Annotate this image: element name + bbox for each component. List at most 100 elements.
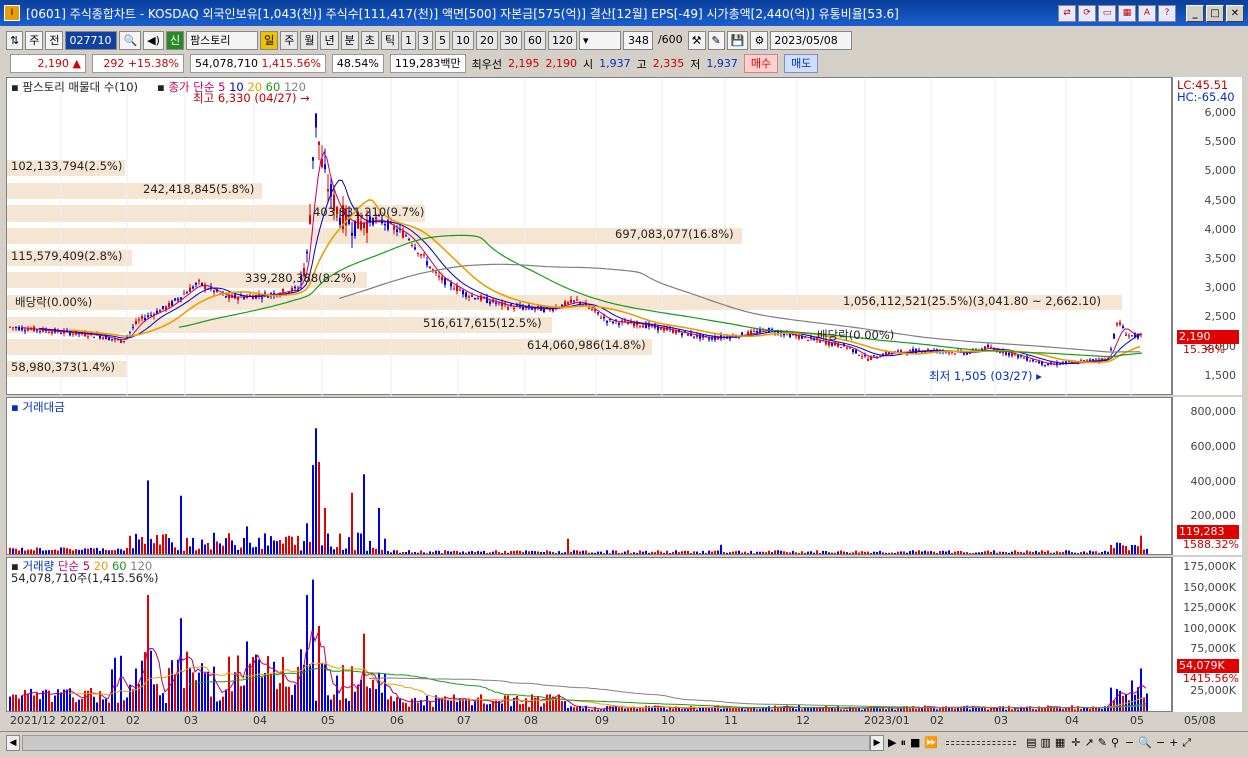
amount-bar <box>996 552 998 554</box>
settings-icon[interactable]: ⚙ <box>750 30 769 50</box>
volume-bar <box>465 699 467 711</box>
zoom-out-icon[interactable]: − <box>1125 736 1134 749</box>
refresh-icon[interactable]: ⟳ <box>1078 4 1096 22</box>
candle <box>396 229 398 232</box>
period-second[interactable]: 초 <box>360 30 379 50</box>
zoom-icon[interactable]: 🔍 <box>1138 736 1152 749</box>
interval-20[interactable]: 20 <box>475 30 498 50</box>
tool-icon-2[interactable]: ✎ <box>707 30 725 50</box>
amount-bar <box>111 550 113 554</box>
candle <box>1032 359 1034 362</box>
price-chart[interactable]: ▪ 팜스토리 매물대 수(10) ▪ 종가 단순 5 10 20 60 120 … <box>6 77 1172 396</box>
pin-icon[interactable]: ⚲ <box>1111 736 1119 749</box>
play-icon[interactable]: ▶ <box>888 736 896 749</box>
minus-icon[interactable]: − <box>1156 736 1165 749</box>
volume-bar <box>951 708 953 711</box>
amount-chart-svg <box>9 428 1148 554</box>
plus-icon[interactable]: + <box>1169 736 1178 749</box>
save-icon[interactable]: 💾 <box>726 30 749 50</box>
candle <box>480 295 482 301</box>
y-tick-label: 1,500 <box>1204 368 1237 382</box>
amount-bar <box>699 553 701 554</box>
help-icon[interactable]: ? <box>1158 4 1176 22</box>
volume-bar <box>939 708 941 711</box>
period-month[interactable]: 월 <box>300 30 319 50</box>
link-icon[interactable]: ⇄ <box>1058 4 1076 22</box>
chart-type-icon[interactable]: ⇅ <box>6 30 24 50</box>
speed-slider[interactable] <box>946 740 1017 745</box>
amount-bar <box>1101 551 1103 554</box>
amount-bar <box>609 553 611 554</box>
split-icon[interactable]: ▥ <box>1040 736 1050 749</box>
interval-60[interactable]: 60 <box>523 30 546 50</box>
interval-3[interactable]: 3 <box>417 30 433 50</box>
interval-custom[interactable]: ▾ <box>578 30 621 50</box>
min-price-label: 최저 1,505 (03/27) ▸ <box>929 369 1042 383</box>
amount-bar <box>720 544 722 554</box>
amount-bar <box>729 552 731 554</box>
minimize-button[interactable]: _ <box>1186 4 1204 22</box>
scroll-track[interactable] <box>22 734 870 751</box>
period-year[interactable]: 년 <box>320 30 339 50</box>
fast-forward-icon[interactable]: ⏩ <box>924 736 938 749</box>
candle <box>1125 334 1127 336</box>
pause-icon[interactable]: ⏸ <box>900 736 906 750</box>
amount-bar <box>864 551 866 554</box>
volume-bar <box>933 708 935 711</box>
layout-icon[interactable]: ▤ <box>1026 736 1036 749</box>
close-button[interactable]: ✕ <box>1226 4 1244 22</box>
interval-5[interactable]: 5 <box>434 30 450 50</box>
volume-bar <box>324 664 326 711</box>
amount-bar <box>297 535 299 554</box>
fit-icon[interactable]: ⤢ <box>1182 736 1191 750</box>
x-tick-label: 04 <box>253 714 267 727</box>
amount-bar <box>687 551 689 554</box>
arrow-icon[interactable]: ↗ <box>1085 736 1094 749</box>
text-tool-icon[interactable]: ✎ <box>1098 736 1107 749</box>
period-day[interactable]: 일 <box>260 30 279 50</box>
grid-view-icon[interactable]: ▦ <box>1055 736 1065 749</box>
scroll-right-button[interactable]: ▶ <box>870 734 884 751</box>
amount-bar <box>399 552 401 554</box>
buy-button[interactable]: 매수 <box>743 54 779 73</box>
period-tick[interactable]: 틱 <box>380 30 399 50</box>
sell-button[interactable]: 매도 <box>784 54 819 73</box>
market-select[interactable]: 주 <box>25 30 44 50</box>
candle <box>102 337 104 339</box>
amount-bar <box>60 547 62 554</box>
code-input[interactable]: 027710 <box>65 30 118 50</box>
market-select-2[interactable]: 전 <box>45 30 64 50</box>
amount-bar <box>1131 545 1133 554</box>
tool-icon-1[interactable]: ⚒ <box>687 30 706 50</box>
window-icon[interactable]: ▭ <box>1098 4 1116 22</box>
volume-chart[interactable]: ▪ 거래량 단순 5 20 60 120 54,078,710주(1,415.5… <box>6 557 1172 712</box>
period-minute[interactable]: 분 <box>340 30 359 50</box>
volume-bar <box>1035 709 1037 711</box>
interval-120[interactable]: 120 <box>547 30 577 50</box>
font-icon[interactable]: A <box>1138 4 1156 22</box>
date-input[interactable]: 2023/05/08 <box>770 30 853 50</box>
x-tick-label: 11 <box>724 714 738 727</box>
scroll-left-button[interactable]: ◀ <box>6 734 20 751</box>
grid-icon[interactable]: ▦ <box>1118 4 1136 22</box>
interval-10[interactable]: 10 <box>451 30 474 50</box>
period-week[interactable]: 주 <box>280 30 299 50</box>
volume-bar <box>561 700 563 711</box>
amount-bar <box>420 550 422 554</box>
volume-bar <box>354 691 356 711</box>
amount-chart[interactable]: ▪ 거래대금 <box>6 397 1172 555</box>
stop-icon[interactable]: ■ <box>910 736 920 749</box>
crosshair-icon[interactable]: ✛ <box>1071 736 1080 749</box>
amount-bar <box>987 550 989 554</box>
interval-1[interactable]: 1 <box>400 30 416 50</box>
candle <box>807 339 809 341</box>
interval-30[interactable]: 30 <box>499 30 522 50</box>
volume-bar <box>60 692 62 711</box>
sound-icon[interactable]: ◀) <box>143 30 164 50</box>
volume-bar <box>282 657 284 711</box>
search-icon[interactable]: 🔍 <box>119 30 142 50</box>
candle <box>537 305 539 308</box>
maximize-button[interactable]: □ <box>1206 4 1224 22</box>
volume-bar <box>666 709 668 711</box>
count-input[interactable]: 348 <box>622 30 653 50</box>
